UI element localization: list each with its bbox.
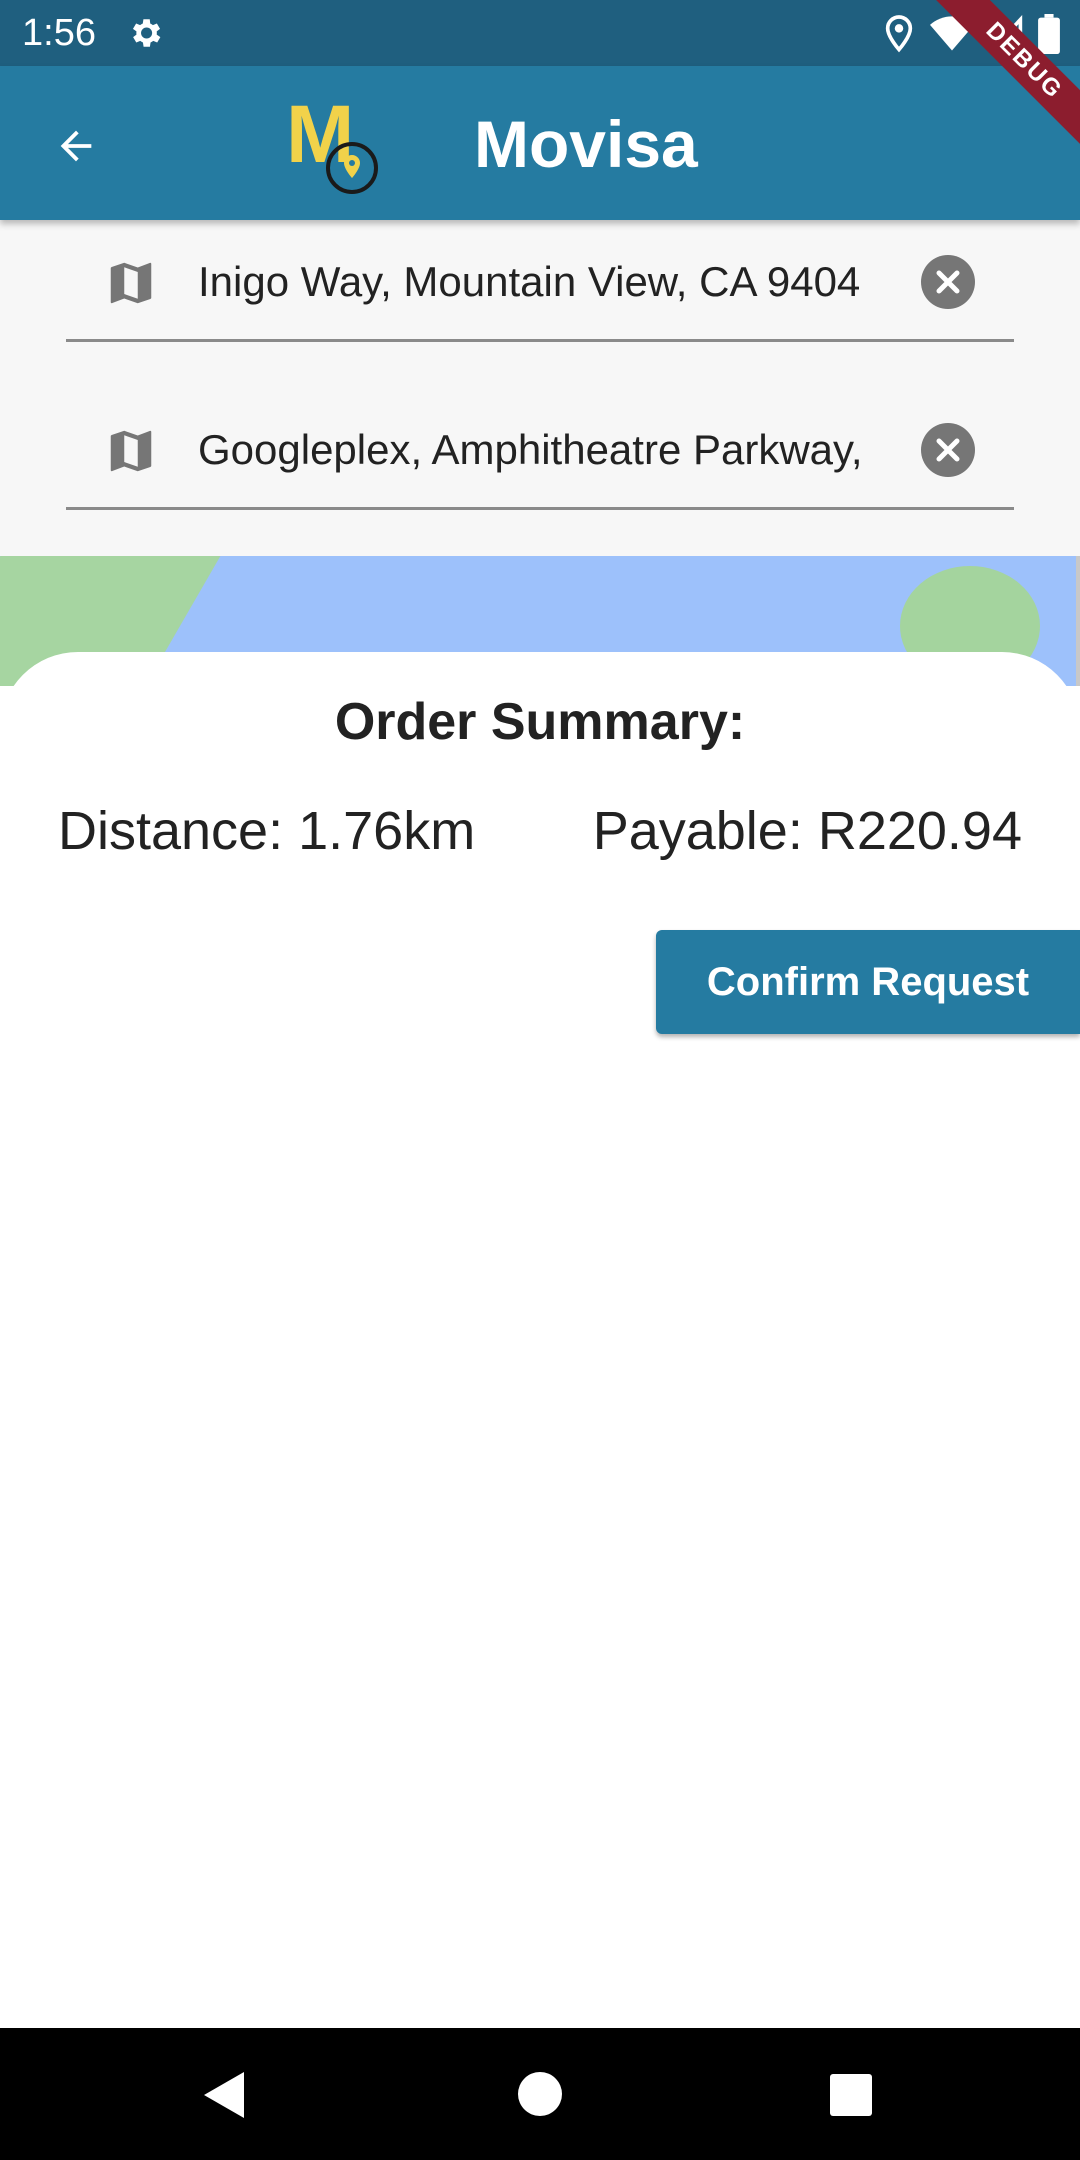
nav-back-icon[interactable]	[200, 2070, 248, 2120]
order-summary-sheet: Order Summary: Distance: 1.76km Payable:…	[0, 652, 1080, 2028]
app-logo: M	[284, 90, 384, 196]
battery-icon	[1038, 14, 1060, 54]
map-edge	[1076, 556, 1080, 686]
clear-destination-button[interactable]	[920, 422, 976, 478]
map-icon	[110, 262, 152, 304]
distance-label: Distance: 1.76km	[58, 801, 476, 861]
route-inputs: Inigo Way, Mountain View, CA 9404 Google…	[0, 220, 1080, 556]
clear-origin-button[interactable]	[920, 254, 976, 310]
status-bar: 1:56	[0, 0, 1080, 66]
gear-icon	[132, 19, 161, 47]
order-summary-title: Order Summary:	[334, 693, 746, 751]
app-title: Movisa	[474, 107, 698, 181]
location-icon	[885, 15, 913, 53]
logo-pin-icon	[326, 142, 378, 194]
arrow-left-icon	[60, 130, 92, 162]
nav-home-icon[interactable]	[518, 2072, 562, 2116]
signal-icon	[988, 15, 1023, 52]
system-nav-bar	[0, 2028, 1080, 2160]
back-button[interactable]	[44, 116, 108, 176]
map-icon	[110, 430, 152, 472]
app-bar: M Movisa	[0, 66, 1080, 220]
origin-input[interactable]: Inigo Way, Mountain View, CA 9404	[198, 254, 888, 310]
confirm-request-button[interactable]: Confirm Request	[656, 930, 1080, 1034]
destination-field[interactable]: Googleplex, Amphitheatre Parkway,	[66, 388, 1014, 510]
status-time: 1:56	[22, 12, 96, 54]
wifi-icon	[930, 16, 974, 51]
nav-recents-icon[interactable]	[830, 2074, 872, 2116]
origin-field[interactable]: Inigo Way, Mountain View, CA 9404	[66, 220, 1014, 342]
payable-label: Payable: R220.94	[592, 801, 1022, 861]
destination-input[interactable]: Googleplex, Amphitheatre Parkway,	[198, 422, 888, 478]
status-icons	[882, 12, 1060, 56]
